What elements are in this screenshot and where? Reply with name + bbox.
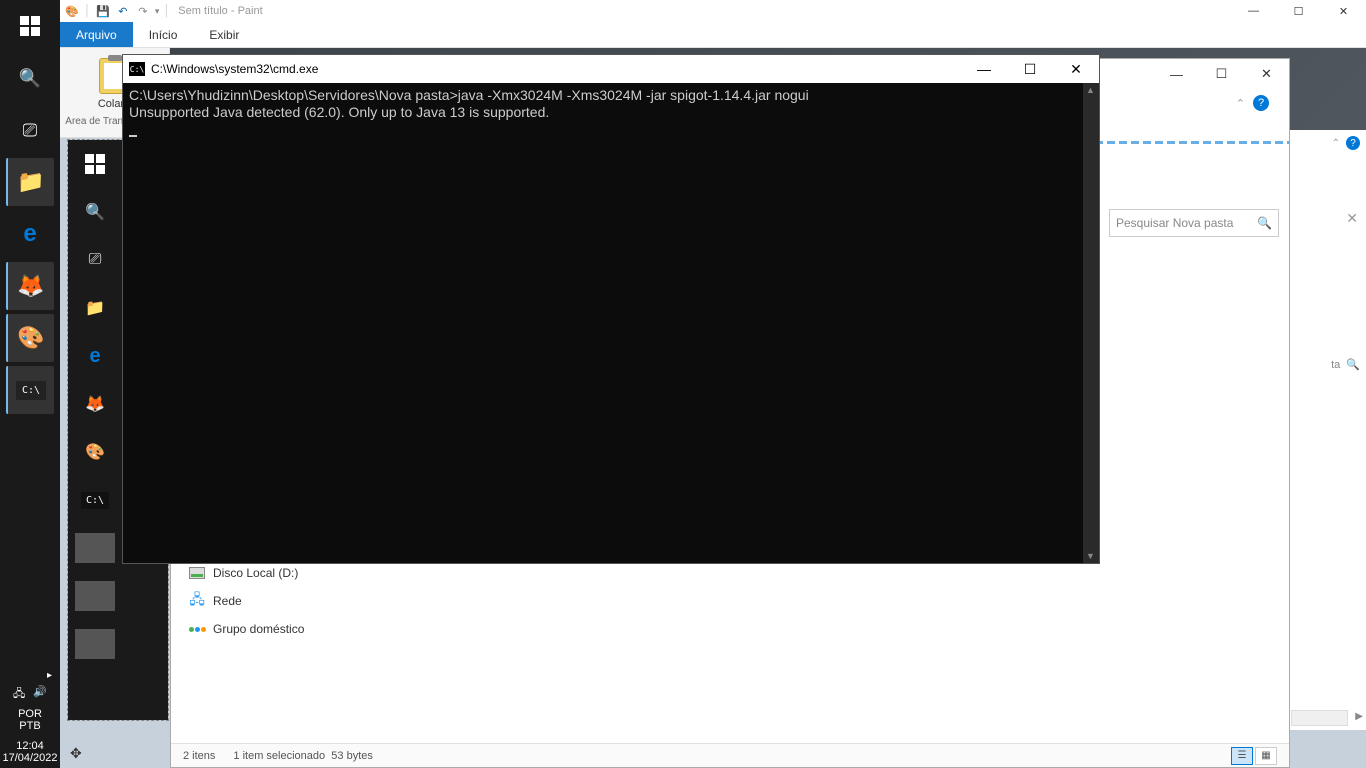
cmd-output[interactable]: C:\Users\Yhudizinn\Desktop\Servidores\No… [123,83,1099,563]
explorer-close-button[interactable]: ✕ [1244,59,1289,89]
redo-icon[interactable]: ↷ [135,3,151,19]
screenshot-thumb-1 [73,526,117,570]
screenshot-search-icon: 🔍 [73,190,117,234]
paint-title: Sem título - Paint [178,5,262,17]
cmd-scrollbar[interactable] [1083,83,1099,563]
screenshot-start-button [73,142,117,186]
view-details-button[interactable]: ☰ [1231,747,1253,765]
qat-dropdown-icon[interactable]: ▾ [155,6,160,17]
screenshot-thumb-2 [73,574,117,618]
cmd-minimize-button[interactable]: — [961,55,1007,83]
tab-file[interactable]: Arquivo [60,22,133,47]
tray-clock-time[interactable]: 12:04 [0,740,60,752]
screenshot-paint-icon: 🎨 [73,430,117,474]
paint-app-icon: 🎨 [64,3,80,19]
tray-language-2[interactable]: PTB [0,720,60,732]
explorer-nav-tree: Disco Local (D:) 🖧 Rede Grupo doméstico [185,559,335,643]
taskbar-app-paint[interactable]: 🎨 [6,314,54,362]
drive-icon [189,565,205,581]
sidebar-item-homegroup[interactable]: Grupo doméstico [185,615,335,643]
screenshot-firefox-icon: 🦊 [73,382,117,426]
cmd-app-icon: C:\ [129,62,145,76]
homegroup-icon [189,621,205,637]
cmd-titlebar[interactable]: C:\ C:\Windows\system32\cmd.exe — ☐ ✕ [123,55,1099,83]
tray-network-icon[interactable]: 🖧 [13,685,25,704]
cmd-cursor [129,135,137,137]
explorer-window-background: ⌃ ? ✕ ta 🔍 [1286,130,1366,730]
help-icon[interactable]: ? [1253,95,1269,111]
bg-horizontal-scrollbar[interactable] [1291,710,1348,726]
paint-ribbon-tabs: Arquivo Início Exibir [60,22,1366,48]
screenshot-taskbar: 🔍 ⎚ 📁 e 🦊 🎨 C:\ [70,140,120,720]
cmd-close-button[interactable]: ✕ [1053,55,1099,83]
sidebar-item-network[interactable]: 🖧 Rede [185,587,335,615]
qat-separator: │ [84,5,91,17]
taskbar: 🔍 ⎚ 📁 e 🦊 🎨 C:\ ▸ 🖧 🔊 POR PTB 12:04 17/0… [0,0,60,768]
cmd-line-1: C:\Users\Yhudizinn\Desktop\Servidores\No… [129,87,809,103]
explorer-minimize-button[interactable]: — [1154,59,1199,89]
screenshot-explorer-icon: 📁 [73,286,117,330]
sidebar-item-label: Rede [213,594,242,608]
paint-maximize-button[interactable]: ☐ [1276,0,1321,22]
tray-clock-date[interactable]: 17/04/2022 [0,752,60,764]
taskbar-app-firefox[interactable]: 🦊 [6,262,54,310]
cmd-window: C:\ C:\Windows\system32\cmd.exe — ☐ ✕ C:… [122,54,1100,564]
paint-window: 🎨 │ 💾 ↶ ↷ ▾ │ Sem título - Paint — ☐ ✕ A… [60,0,1366,48]
bg-search-icon[interactable]: 🔍 [1346,358,1360,371]
view-icons-button[interactable]: ▦ [1255,747,1277,765]
search-placeholder-text: Pesquisar Nova pasta [1116,216,1233,230]
explorer-search-box[interactable]: Pesquisar Nova pasta 🔍 [1109,209,1279,237]
bg-search-text-fragment: ta [1331,359,1340,371]
sidebar-item-label: Grupo doméstico [213,622,304,636]
save-icon[interactable]: 💾 [95,3,111,19]
tray-language-1[interactable]: POR [0,708,60,720]
tab-home[interactable]: Início [133,22,194,47]
cmd-maximize-button[interactable]: ☐ [1007,55,1053,83]
start-button[interactable] [6,2,54,50]
paint-close-button[interactable]: ✕ [1321,0,1366,22]
undo-icon[interactable]: ↶ [115,3,131,19]
bg-chevron-up-icon[interactable]: ⌃ [1332,138,1340,149]
taskbar-app-cmd[interactable]: C:\ [6,366,54,414]
screenshot-taskview-icon: ⎚ [73,238,117,282]
tray-volume-icon[interactable]: 🔊 [33,685,47,704]
qat-separator: │ [163,5,170,17]
screenshot-cmd-icon: C:\ [73,478,117,522]
tab-view[interactable]: Exibir [193,22,255,47]
taskview-button[interactable]: ⎚ [6,106,54,154]
status-item-count: 2 itens [183,750,215,762]
taskbar-app-edge[interactable]: e [6,210,54,258]
cmd-line-2: Unsupported Java detected (62.0). Only u… [129,104,549,120]
taskbar-app-explorer[interactable]: 📁 [6,158,54,206]
ribbon-collapse-icon[interactable]: ⌃ [1236,97,1245,110]
paint-titlebar: 🎨 │ 💾 ↶ ↷ ▾ │ Sem título - Paint — ☐ ✕ [60,0,1366,22]
screenshot-thumb-3 [73,622,117,666]
explorer-status-bar: 2 itens 1 item selecionado 53 bytes ☰ ▦ [171,743,1289,767]
bg-close-icon[interactable]: ✕ [1346,210,1358,227]
explorer-maximize-button[interactable]: ☐ [1199,59,1244,89]
bg-help-icon[interactable]: ? [1346,136,1360,150]
status-selected: 1 item selecionado 53 bytes [233,750,372,762]
search-button[interactable]: 🔍 [6,54,54,102]
paint-minimize-button[interactable]: — [1231,0,1276,22]
tray-overflow-button[interactable]: ▸ [0,670,60,681]
network-icon: 🖧 [189,593,205,609]
search-icon[interactable]: 🔍 [1257,216,1272,230]
sidebar-item-label: Disco Local (D:) [213,566,298,580]
cmd-title: C:\Windows\system32\cmd.exe [151,62,318,76]
screenshot-edge-icon: e [73,334,117,378]
